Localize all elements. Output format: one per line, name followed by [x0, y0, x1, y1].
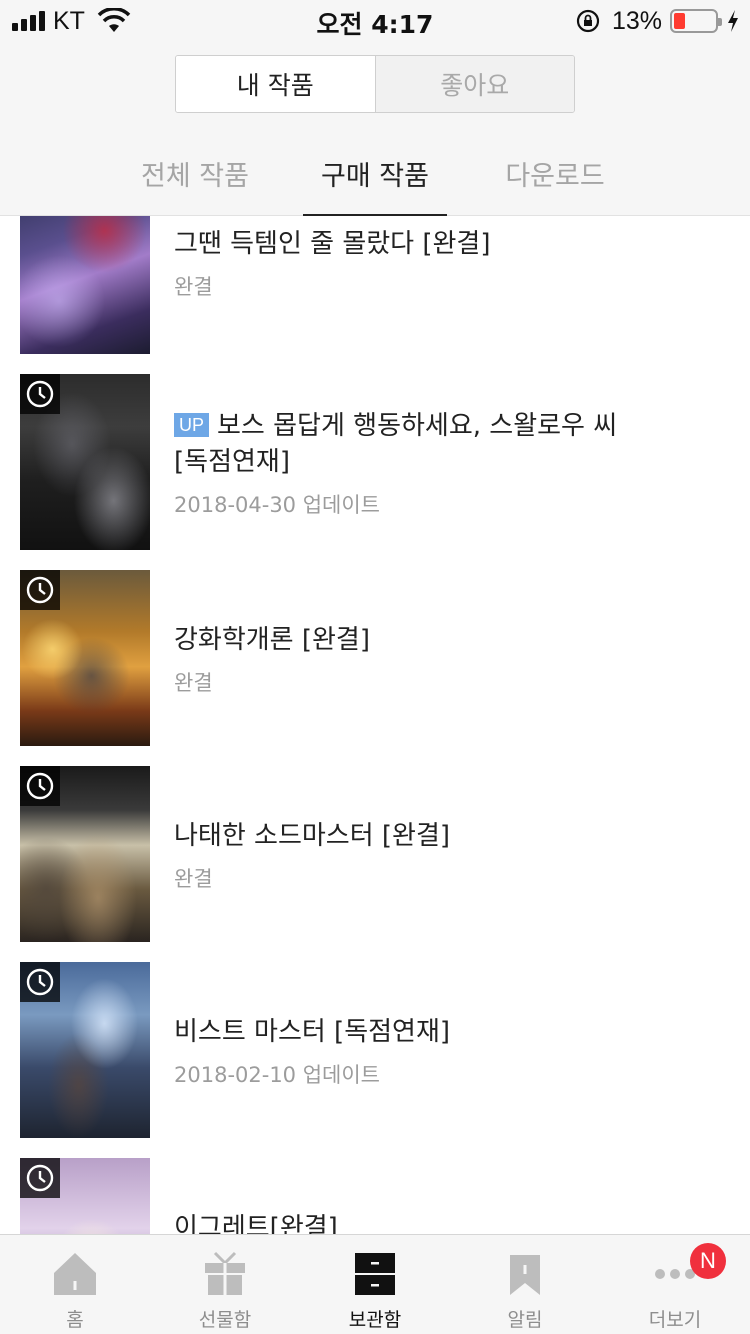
work-title: 그땐 득템인 줄 몰랐다 [완결]: [174, 229, 491, 259]
battery-icon: [670, 9, 722, 33]
tabbar-more[interactable]: 더보기: [600, 1235, 750, 1334]
cover-image: [20, 570, 150, 746]
work-title: 이그레트[완결]: [174, 1213, 338, 1234]
work-status: 완결: [174, 671, 213, 695]
tabbar-home-label: 홈: [66, 1309, 84, 1331]
tab-all-works-label: 전체 작품: [141, 160, 249, 192]
work-title: 비스트 마스터 [독점연재]: [174, 1017, 451, 1047]
tabbar-storage-label: 보관함: [348, 1309, 402, 1331]
tab-downloads[interactable]: 다운로드: [480, 130, 630, 216]
work-status: 2018-02-10 업데이트: [174, 1063, 380, 1087]
list-item[interactable]: UP 보스 몹답게 행동하세요, 스왈로우 씨 [독점연재] 2018-04-30…: [0, 374, 750, 550]
timer-icon: [20, 766, 60, 806]
work-status: 완결: [174, 867, 213, 891]
work-status: 완결: [174, 275, 213, 299]
notification-icon: [510, 1255, 540, 1295]
battery-level: [674, 13, 685, 29]
list-item[interactable]: 비스트 마스터 [독점연재] 2018-02-10 업데이트: [0, 962, 750, 1138]
work-info: 이그레트[완결]: [174, 1210, 338, 1234]
work-title: UP 보스 몹답게 행동하세요, 스왈로우 씨 [독점연재]: [174, 408, 644, 480]
tabbar-gift[interactable]: 선물함: [150, 1235, 300, 1334]
rotation-lock-icon: [576, 9, 600, 33]
tab-downloads-label: 다운로드: [505, 160, 605, 192]
cover-image: [20, 962, 150, 1138]
bottom-tab-bar: 홈 선물함 보관함 알림 더보기: [0, 1234, 750, 1334]
battery-percent: 13%: [611, 6, 662, 35]
work-info: 비스트 마스터 [독점연재] 2018-02-10 업데이트: [174, 1014, 450, 1090]
up-badge: UP: [174, 413, 210, 437]
timer-icon: [20, 962, 60, 1002]
work-info: UP 보스 몹답게 행동하세요, 스왈로우 씨 [독점연재] 2018-04-30…: [174, 408, 644, 520]
work-info: 그땐 득템인 줄 몰랐다 [완결] 완결: [174, 226, 490, 302]
cover-image: [20, 766, 150, 942]
timer-icon: [20, 1158, 60, 1198]
home-icon: [54, 1253, 96, 1295]
cover-image: [20, 216, 150, 354]
charging-bolt-icon: [728, 10, 738, 32]
gift-icon: [205, 1251, 245, 1295]
timer-icon: [20, 374, 60, 414]
storage-box-icon: [355, 1253, 395, 1295]
tab-all-works[interactable]: 전체 작품: [120, 130, 270, 216]
work-title: 강화학개론 [완결]: [174, 625, 370, 655]
cover-image: [20, 374, 150, 550]
list-item[interactable]: 그땐 득템인 줄 몰랐다 [완결] 완결: [0, 216, 750, 354]
tabbar-more-label: 더보기: [648, 1309, 702, 1331]
tabbar-notifications-label: 알림: [507, 1309, 543, 1331]
work-list: 그땐 득템인 줄 몰랐다 [완결] 완결 UP 보스 몹답게 행동하세요, 스왈로…: [0, 216, 750, 1234]
status-bar: KT 오전 4:17 13%: [0, 0, 750, 40]
tabbar-storage[interactable]: 보관함: [300, 1235, 450, 1334]
list-item[interactable]: 강화학개론 [완결] 완결: [0, 570, 750, 746]
status-right: 13%: [576, 6, 740, 36]
work-title: 나태한 소드마스터 [완결]: [174, 821, 451, 851]
work-info: 강화학개론 [완결] 완결: [174, 622, 370, 698]
tabbar-notifications[interactable]: 알림: [450, 1235, 600, 1334]
tab-purchased-works[interactable]: 구매 작품: [303, 130, 447, 217]
work-title-text: 보스 몹답게 행동하세요, 스왈로우 씨 [독점연재]: [174, 411, 618, 477]
segment-likes[interactable]: 좋아요: [374, 56, 574, 112]
tabbar-gift-label: 선물함: [198, 1309, 252, 1331]
timer-icon: [20, 570, 60, 610]
list-item[interactable]: 나태한 소드마스터 [완결] 완결: [0, 766, 750, 942]
segmented-control: 내 작품 좋아요: [175, 55, 575, 113]
segment-my-works[interactable]: 내 작품: [176, 56, 375, 112]
work-info: 나태한 소드마스터 [완결] 완결: [174, 818, 450, 894]
list-item[interactable]: 이그레트[완결]: [0, 1158, 750, 1234]
tabbar-home[interactable]: 홈: [0, 1235, 150, 1334]
work-status: 2018-04-30 업데이트: [174, 493, 380, 517]
tab-purchased-works-label: 구매 작품: [321, 160, 429, 192]
header: KT 오전 4:17 13% 내 작품 좋아요 전체 작품 구매 작품 다운로드: [0, 0, 750, 217]
tab-bar-top: 전체 작품 구매 작품 다운로드: [0, 130, 750, 217]
new-badge: N: [690, 1243, 726, 1279]
cover-image: [20, 1158, 150, 1234]
